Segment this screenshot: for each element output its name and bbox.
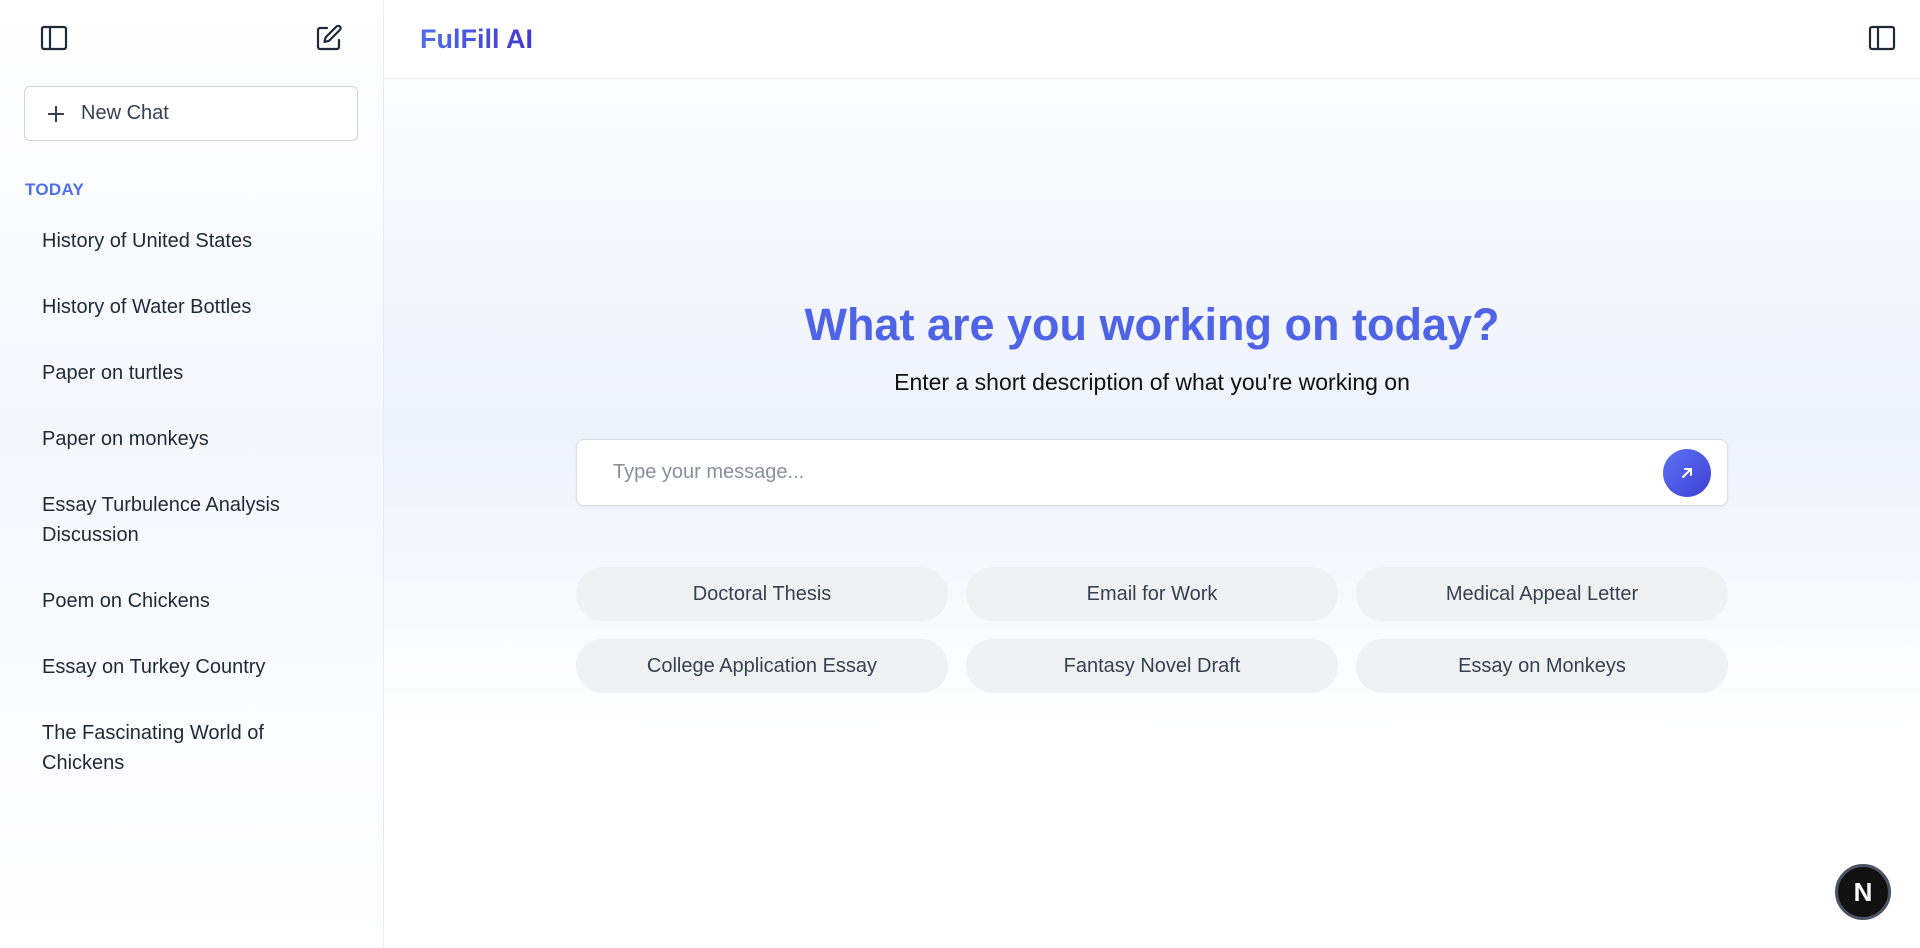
- chat-history-list: History of United States History of Wate…: [26, 220, 366, 808]
- compose-button[interactable]: [309, 18, 349, 58]
- message-input[interactable]: [577, 440, 1637, 505]
- new-chat-label: New Chat: [81, 102, 169, 124]
- chat-history-item[interactable]: Poem on Chickens: [26, 580, 366, 622]
- page-subtitle: Enter a short description of what you're…: [894, 369, 1410, 395]
- suggestion-chip[interactable]: College Application Essay: [576, 639, 948, 693]
- chat-history-item[interactable]: Essay Turbulence Analysis Discussion: [26, 484, 316, 556]
- sidebar-toggle-button[interactable]: [34, 18, 74, 58]
- message-composer: [576, 439, 1728, 506]
- top-bar: FulFill AI: [384, 0, 1920, 79]
- chat-history-item[interactable]: The Fascinating World of Chickens: [26, 712, 316, 784]
- arrow-up-right-icon: [1682, 468, 1692, 478]
- new-chat-button[interactable]: New Chat: [24, 86, 358, 141]
- chat-history-item[interactable]: History of Water Bottles: [26, 286, 366, 328]
- section-label-today: TODAY: [25, 180, 85, 199]
- plus-icon: [48, 105, 64, 122]
- suggestion-chip[interactable]: Essay on Monkeys: [1356, 639, 1728, 693]
- brand-logo[interactable]: FulFill AI: [420, 24, 533, 55]
- sidebar-panel-icon: [40, 25, 68, 51]
- suggestion-chip[interactable]: Medical Appeal Letter: [1356, 567, 1728, 621]
- suggestion-chip[interactable]: Fantasy Novel Draft: [966, 639, 1338, 693]
- send-button[interactable]: [1663, 449, 1711, 497]
- main-content: What are you working on today? Enter a s…: [384, 79, 1920, 948]
- chat-history-item[interactable]: History of United States: [26, 220, 366, 262]
- page-title: What are you working on today?: [804, 299, 1500, 350]
- sidebar: New Chat TODAY History of United States …: [0, 0, 384, 948]
- suggestion-chips: Doctoral Thesis Email for Work Medical A…: [576, 567, 1728, 693]
- right-panel-toggle-button[interactable]: [1862, 18, 1902, 58]
- edit-icon: [316, 24, 342, 51]
- suggestion-chip[interactable]: Email for Work: [966, 567, 1338, 621]
- chat-history-item[interactable]: Paper on turtles: [26, 352, 366, 394]
- chat-history-item[interactable]: Essay on Turkey Country: [26, 646, 366, 688]
- chat-history-item[interactable]: Paper on monkeys: [26, 418, 366, 460]
- dev-tools-badge[interactable]: N: [1835, 864, 1891, 920]
- panel-icon: [1868, 25, 1896, 51]
- suggestion-chip[interactable]: Doctoral Thesis: [576, 567, 948, 621]
